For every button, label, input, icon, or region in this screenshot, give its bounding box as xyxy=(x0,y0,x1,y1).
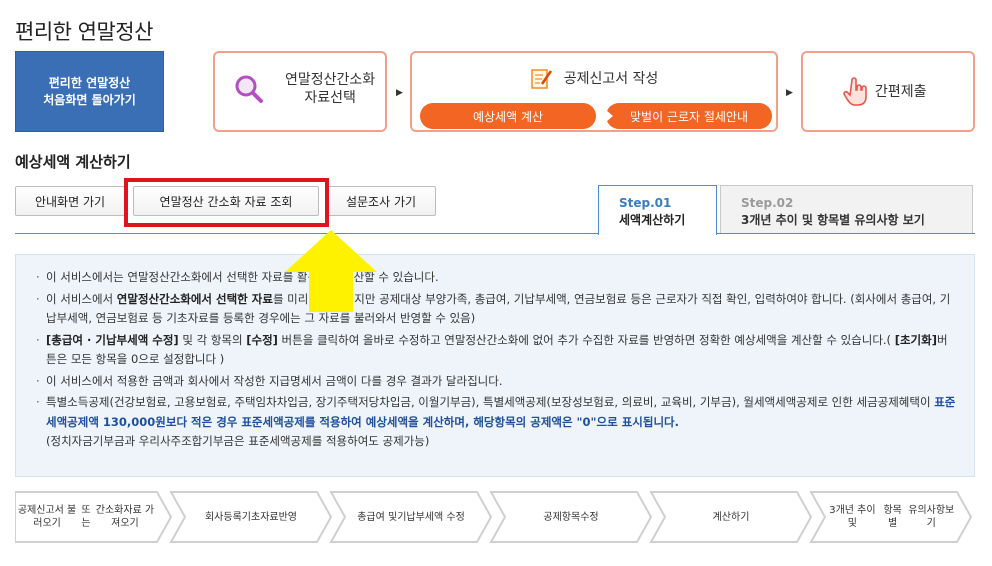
home-button-line1: 편리한 연말정산 xyxy=(48,75,131,90)
tab-step1[interactable]: Step.01 세액계산하기 xyxy=(598,185,717,235)
step-select-data[interactable]: 연말정산간소화 자료선택 xyxy=(213,51,387,132)
tab-step1-number: Step.01 xyxy=(619,196,672,210)
tab-step2[interactable]: Step.02 3개년 추이 및 항목별 유의사항 보기 xyxy=(720,185,973,234)
step-arrow-icon: ▶ xyxy=(786,88,793,98)
info-item: [총급여 · 기납부세액 수정] 및 각 항목의 [수정] 버튼을 클릭하여 올… xyxy=(34,331,958,370)
home-button[interactable]: 편리한 연말정산 처음화면 돌아가기 xyxy=(15,51,164,132)
process-flow: 공제신고서 불러오기 또는 간소화자료 가져오기 회사등록 기초자료반영 총급여 및 기납부… xyxy=(15,491,975,543)
yellow-up-arrow-icon xyxy=(285,230,377,312)
form-pencil-icon xyxy=(530,69,552,89)
pill-arrow-icon xyxy=(606,110,613,122)
tab-dual-income-guide[interactable]: 맞벌이 근로자 절세안내 xyxy=(606,103,772,129)
process-step-label: 계산하기 xyxy=(712,511,750,523)
step2-title: 공제신고서 작성 xyxy=(563,71,659,87)
process-step-label: 총급여 및 기납부세액 수정 xyxy=(357,511,465,523)
tab-step2-name: 3개년 추이 및 항목별 유의사항 보기 xyxy=(741,213,925,227)
tab-step2-number: Step.02 xyxy=(741,196,794,210)
guide-button[interactable]: 안내화면 가기 xyxy=(15,186,125,216)
info-item: 특별소득공제(건강보험료, 고용보험료, 주택임차차입금, 장기주택저당차입금,… xyxy=(34,393,958,452)
step1-line2: 자료선택 xyxy=(304,90,356,106)
tab-estimate-tax[interactable]: 예상세액 계산 xyxy=(420,103,596,129)
process-step-label: 공제신고서 불러오기 또는 간소화자료 가져오기 xyxy=(17,505,155,529)
process-step-label: 3개년 추이 및 항목별 유의사항보기 xyxy=(829,505,955,529)
section-title: 예상세액 계산하기 xyxy=(15,153,131,171)
home-button-line2: 처음화면 돌아가기 xyxy=(43,92,136,107)
step-write-form: 공제신고서 작성 예상세액 계산 맞벌이 근로자 절세안내 xyxy=(410,51,778,132)
page-title: 편리한 연말정산 xyxy=(15,20,153,44)
tab-step1-name: 세액계산하기 xyxy=(619,213,686,227)
hand-pointer-icon xyxy=(843,77,867,106)
step1-line1: 연말정산간소화 xyxy=(285,72,376,88)
info-item: 이 서비스에서는 연말정산간소화에서 선택한 자료를 활용하여 계산할 수 있습… xyxy=(34,268,958,288)
highlight-box xyxy=(124,178,329,227)
step-simple-submit[interactable]: 간편제출 xyxy=(801,51,975,132)
process-step-label: 공제항목수정 xyxy=(543,511,599,523)
info-item: 이 서비스에서 연말정산간소화에서 선택한 자료를 미리 채워드리지만 공제대상… xyxy=(34,290,958,329)
magnifier-icon xyxy=(235,75,263,103)
step3-title: 간편제출 xyxy=(875,84,927,100)
info-item: 이 서비스에서 적용한 금액과 회사에서 작성한 지급명세서 금액이 다를 경우… xyxy=(34,372,958,392)
tab-divider xyxy=(15,233,975,234)
process-step-label: 회사등록 기초자료반영 xyxy=(204,511,297,523)
survey-button[interactable]: 설문조사 가기 xyxy=(326,186,436,216)
step-arrow-icon: ▶ xyxy=(396,88,403,98)
info-box: 이 서비스에서는 연말정산간소화에서 선택한 자료를 활용하여 계산할 수 있습… xyxy=(15,254,975,477)
